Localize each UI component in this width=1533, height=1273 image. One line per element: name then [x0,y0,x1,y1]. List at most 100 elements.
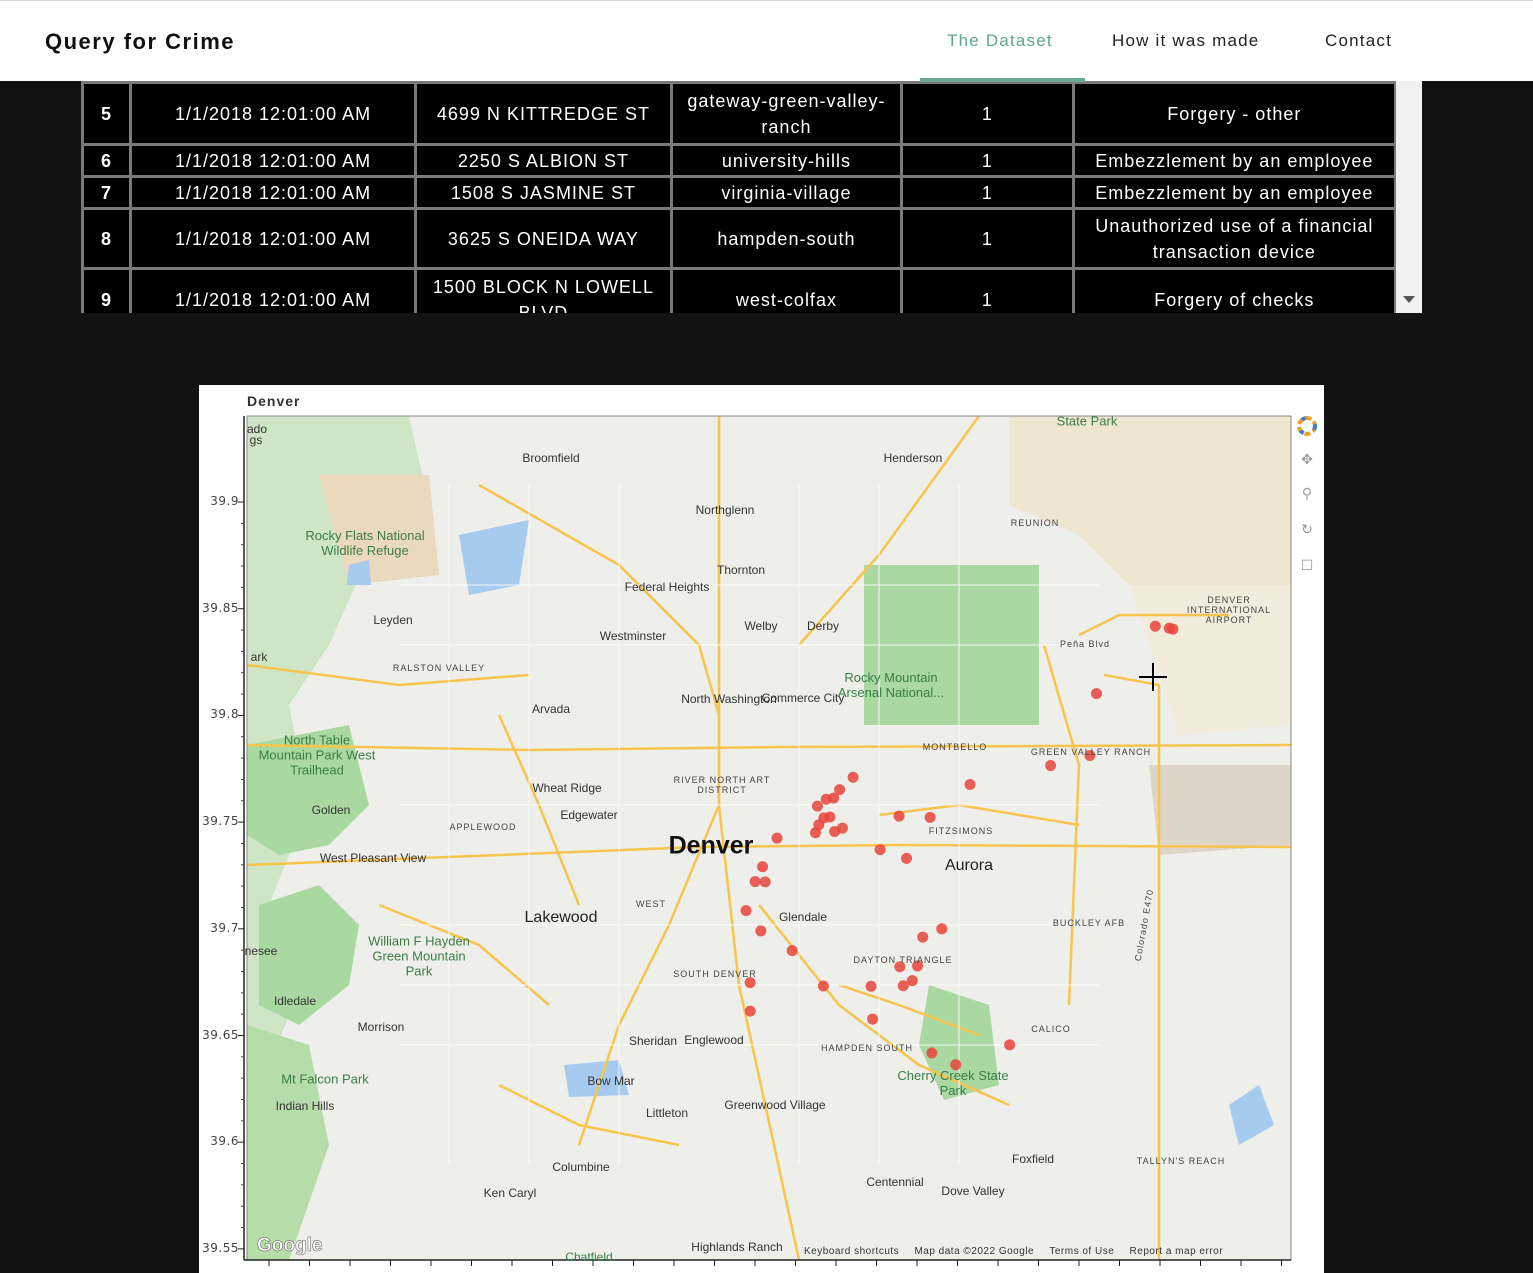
crime-point [901,852,913,864]
cell-address: 1500 BLOCK N LOWELL BLVD [414,267,673,313]
table-row: 7 1/1/2018 12:01:00 AM 1508 S JASMINE ST… [81,175,1398,210]
map-footer: Keyboard shortcuts Map data ©2022 Google… [804,1246,1223,1257]
place-label: HAMPDEN SOUTH [820,1043,914,1053]
place-label: RALSTON VALLEY [392,663,486,673]
crime-point [810,827,822,839]
cell-neighborhood: hampden-south [669,207,904,270]
place-label: Littleton [645,1106,689,1120]
place-label: Columbine [552,1160,610,1174]
place-label: ark [250,650,268,664]
cell-date: 1/1/2018 12:01:00 AM [128,81,418,146]
crime-point [1090,688,1102,700]
place-label: Rocky Flats National Wildlife Refuge [305,528,425,558]
table-scrollbar[interactable] [1396,81,1422,313]
y-tick-label: 39.75 [202,814,239,829]
y-tick-label: 39.65 [202,1027,239,1042]
place-label: TALLYN'S REACH [1136,1156,1226,1166]
cell-address: 4699 N KITTREDGE ST [414,81,673,146]
map-plot[interactable] [199,385,1324,1273]
crime-point [771,832,783,844]
table-row: 6 1/1/2018 12:01:00 AM 2250 S ALBION ST … [81,143,1398,178]
crime-point [874,844,886,856]
crime-point [744,1005,756,1017]
place-label: Englewood [684,1033,744,1047]
crime-point [740,905,752,917]
keyboard-shortcuts-link[interactable]: Keyboard shortcuts [804,1246,899,1257]
plot-toolbar: ✥ ⚲ ↻ ☐ [1293,415,1321,585]
cell-neighborhood: university-hills [669,143,904,178]
place-label: Indian Hills [275,1099,335,1113]
place-label: Broomfield [522,451,580,465]
place-label: Idledale [273,994,317,1008]
crime-point [755,925,767,937]
cell-count: 1 [900,81,1075,146]
place-label: Wheat Ridge [532,781,602,795]
row-index: 6 [81,143,132,178]
wheel-zoom-icon[interactable]: ⚲ [1293,483,1321,505]
cell-date: 1/1/2018 12:01:00 AM [128,175,418,210]
navbar: Query for Crime The Dataset How it was m… [0,0,1533,82]
crime-point [847,771,859,783]
reset-icon[interactable]: ↻ [1293,519,1321,541]
y-tick-label: 39.7 [210,920,239,935]
pan-icon[interactable]: ✥ [1293,449,1321,471]
table-row: 8 1/1/2018 12:01:00 AM 3625 S ONEIDA WAY… [81,207,1398,270]
crime-point [749,876,761,888]
cell-date: 1/1/2018 12:01:00 AM [128,143,418,178]
map-data-credit: Map data ©2022 Google [914,1246,1035,1257]
place-label: Sheridan [628,1034,678,1048]
hover-icon[interactable]: ☐ [1293,555,1321,577]
cell-offense: Forgery - other [1071,81,1398,146]
crime-point [829,825,841,837]
place-label: MONTBELLO [922,742,988,752]
table-row: 9 1/1/2018 12:01:00 AM 1500 BLOCK N LOWE… [81,267,1398,313]
crime-point [828,792,840,804]
crime-point [964,779,976,791]
place-label: DAYTON TRIANGLE [853,955,953,965]
crime-table-container[interactable]: 5 1/1/2018 12:01:00 AM 4699 N KITTREDGE … [81,81,1422,313]
place-label: State Park [1056,413,1118,429]
place-label: Dove Valley [941,1184,1005,1198]
place-label: GREEN VALLEY RANCH [1030,747,1152,757]
place-label: BUCKLEY AFB [1052,918,1126,928]
crime-point [786,945,798,957]
place-label: Westminster [599,629,667,643]
cell-count: 1 [900,267,1075,313]
row-index: 7 [81,175,132,210]
place-label: APPLEWOOD [449,822,517,832]
cell-count: 1 [900,175,1075,210]
table-row: 5 1/1/2018 12:01:00 AM 4699 N KITTREDGE … [81,81,1398,146]
scroll-down-arrow-icon[interactable] [1403,296,1415,303]
row-index: 8 [81,207,132,270]
crime-point [917,931,929,943]
active-tab-indicator [920,78,1085,82]
report-error-link[interactable]: Report a map error [1130,1246,1223,1257]
place-label: Greenwood Village [724,1098,826,1112]
crime-point [811,800,823,812]
x-axis-ticks [268,1260,1282,1266]
place-label: Bow Mar [587,1074,635,1088]
row-index: 9 [81,267,132,313]
nav-link-dataset[interactable]: The Dataset [947,31,1053,51]
cell-neighborhood: virginia-village [669,175,904,210]
cell-address: 2250 S ALBION ST [414,143,673,178]
place-label: Glendale [778,910,828,924]
google-logo: Google [257,1235,323,1257]
brand-title[interactable]: Query for Crime [45,29,235,55]
crime-point [906,975,918,987]
city-label-denver: Denver [668,831,754,860]
nav-link-how-made[interactable]: How it was made [1112,31,1259,51]
crime-point [924,811,936,823]
place-label: Centennial [866,1175,924,1189]
crime-point [759,876,771,888]
place-label: West Pleasant View [319,851,427,865]
cell-address: 3625 S ONEIDA WAY [414,207,673,270]
bokeh-logo-icon[interactable] [1293,415,1321,437]
crime-point [1004,1039,1016,1051]
row-index: 5 [81,81,132,146]
nav-link-contact[interactable]: Contact [1325,31,1392,51]
crime-point [757,861,769,873]
cell-neighborhood: west-colfax [669,267,904,313]
place-label: Leyden [373,613,413,627]
terms-link[interactable]: Terms of Use [1049,1246,1114,1257]
